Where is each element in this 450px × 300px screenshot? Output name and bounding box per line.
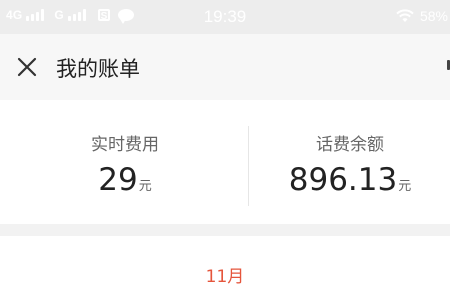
realtime-fee-section[interactable]: 实时费用 29元 (0, 100, 225, 224)
realtime-fee-amount: 29 (98, 162, 138, 198)
close-icon (17, 57, 37, 77)
status-bar: 4G G S 19:39 58% (0, 0, 450, 34)
bill-summary-card: 实时费用 29元 话费余额 896.13元 (0, 100, 450, 224)
balance-value: 896.13元 (250, 162, 450, 198)
realtime-fee-value: 29元 (0, 162, 250, 198)
battery-percent: 58% (419, 8, 448, 24)
balance-section[interactable]: 话费余额 896.13元 (225, 100, 450, 224)
realtime-fee-label: 实时费用 (91, 135, 159, 155)
realtime-fee-unit: 元 (138, 179, 152, 194)
month-tab-bar: 11月 (0, 236, 450, 300)
page-title: 我的账单 (56, 57, 140, 81)
balance-unit: 元 (398, 179, 412, 194)
balance-amount: 896.13 (288, 162, 398, 198)
close-button[interactable] (12, 52, 42, 82)
status-time: 19:39 (203, 7, 247, 26)
balance-label: 话费余额 (316, 135, 384, 155)
status-right: 58% (396, 8, 448, 24)
tab-month-selected[interactable]: 11月 (0, 262, 450, 287)
wifi-icon (396, 9, 414, 22)
header-bar: 我的账单 (0, 34, 450, 100)
